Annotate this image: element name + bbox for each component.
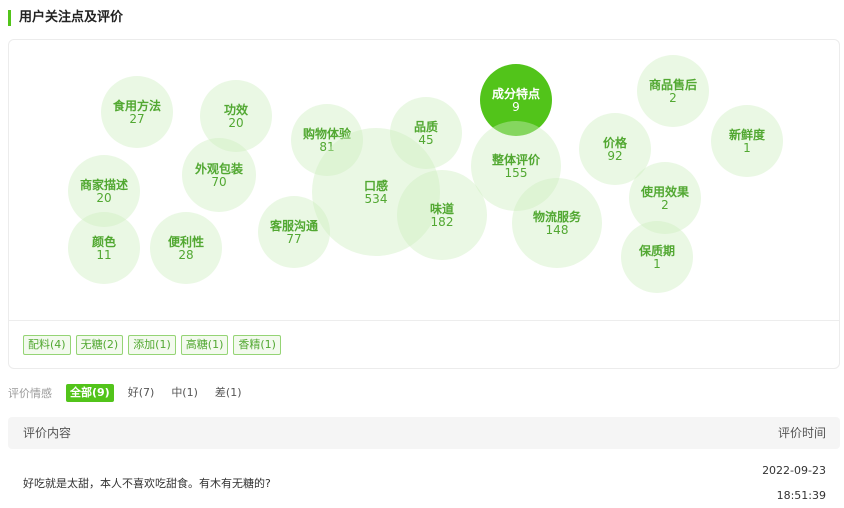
- bubble-label: 口感: [363, 178, 388, 193]
- bubble-area: 食用方法 27 功效 20 购物体验 81 品质 45 成分特点 9 商品售后 2 新鲜度 1…: [9, 40, 839, 320]
- bubble-label: 颜色: [91, 234, 116, 249]
- bubble-count: 182: [430, 214, 454, 229]
- bubble-count: 77: [286, 231, 302, 246]
- bubble-label: 使用效果: [640, 184, 689, 199]
- review-time: 18:51:39: [776, 489, 826, 502]
- bubble-label: 商品售后: [648, 77, 697, 92]
- bubble-count: 534: [364, 191, 388, 206]
- bubble-label: 保质期: [638, 243, 675, 258]
- bubble-count: 1: [653, 256, 661, 271]
- bubble-count: 92: [607, 148, 623, 163]
- bubble-label: 商家描述: [79, 177, 128, 192]
- header-review-content: 评价内容: [23, 426, 72, 440]
- bubble-label: 价格: [602, 135, 627, 150]
- filter-neutral[interactable]: 中(1): [171, 384, 198, 402]
- bubble-count: 11: [96, 247, 112, 262]
- bubble-label: 品质: [413, 119, 438, 134]
- bubble-customer-service[interactable]: 客服沟通 77: [258, 196, 330, 268]
- sentiment-filter-label: 评价情感: [8, 387, 52, 400]
- bubble-shelf-life[interactable]: 保质期 1: [621, 221, 693, 293]
- tag-additive[interactable]: 添加(1): [128, 335, 176, 355]
- bubble-usage-method[interactable]: 食用方法 27: [101, 76, 173, 148]
- bubble-label: 外观包装: [194, 161, 243, 176]
- tag-flavoring[interactable]: 香精(1): [233, 335, 281, 355]
- review-table-header: 评价内容 评价时间: [8, 417, 840, 449]
- focus-bubble-panel: 食用方法 27 功效 20 购物体验 81 品质 45 成分特点 9 商品售后 2 新鲜度 1…: [8, 39, 840, 369]
- bubble-color[interactable]: 颜色 11: [68, 212, 140, 284]
- bubble-logistics[interactable]: 物流服务 148: [512, 178, 602, 268]
- bubble-label: 物流服务: [532, 209, 581, 224]
- review-date: 2022-09-23: [762, 464, 826, 477]
- tag-high-sugar[interactable]: 高糖(1): [180, 335, 229, 355]
- bubble-label: 新鲜度: [728, 127, 765, 142]
- bubble-packaging[interactable]: 外观包装 70: [182, 138, 256, 212]
- bubble-label: 成分特点: [491, 86, 540, 101]
- tag-sugar-free[interactable]: 无糖(2): [75, 335, 124, 355]
- tag-ingredients[interactable]: 配料(4): [23, 335, 71, 355]
- bubble-count: 27: [129, 111, 145, 126]
- bubble-count: 70: [211, 174, 227, 189]
- bubble-label: 食用方法: [112, 98, 161, 113]
- review-content: 好吃就是太甜，本人不喜欢吃甜食。有木有无糖的?: [23, 477, 271, 490]
- bubble-label: 便利性: [167, 234, 204, 249]
- bubble-convenience[interactable]: 便利性 28: [150, 212, 222, 284]
- table-row: 好吃就是太甜，本人不喜欢吃甜食。有木有无糖的? 2022-09-23 18:51…: [8, 455, 840, 505]
- header-review-time: 评价时间: [777, 426, 826, 440]
- bubble-label: 客服沟通: [269, 218, 318, 233]
- bubble-count: 155: [504, 165, 528, 180]
- bubble-count: 28: [178, 247, 194, 262]
- bubble-count: 1: [743, 140, 751, 155]
- bubble-label: 整体评价: [491, 152, 540, 167]
- filter-good[interactable]: 好(7): [128, 384, 155, 402]
- bubble-taste[interactable]: 味道 182: [397, 170, 487, 260]
- bubble-count: 2: [669, 90, 677, 105]
- bubble-freshness[interactable]: 新鲜度 1: [711, 105, 783, 177]
- bubble-count: 9: [512, 99, 520, 114]
- bubble-count: 20: [228, 115, 244, 130]
- filter-bad[interactable]: 差(1): [215, 384, 242, 402]
- bubble-label: 味道: [429, 201, 454, 216]
- bubble-count: 148: [545, 222, 569, 237]
- bubble-count: 2: [661, 197, 669, 212]
- bubble-count: 45: [418, 132, 434, 147]
- bubble-label: 功效: [223, 102, 248, 117]
- sentiment-filter: 评价情感 全部(9) 好(7) 中(1) 差(1): [8, 384, 259, 402]
- bubble-count: 20: [96, 190, 112, 205]
- section-title: 用户关注点及评价: [8, 10, 123, 26]
- keyword-tag-row: 配料(4) 无糖(2) 添加(1) 高糖(1) 香精(1): [23, 335, 281, 355]
- filter-all[interactable]: 全部(9): [66, 384, 114, 402]
- bubble-after-sales[interactable]: 商品售后 2: [637, 55, 709, 127]
- tag-divider: [9, 320, 839, 321]
